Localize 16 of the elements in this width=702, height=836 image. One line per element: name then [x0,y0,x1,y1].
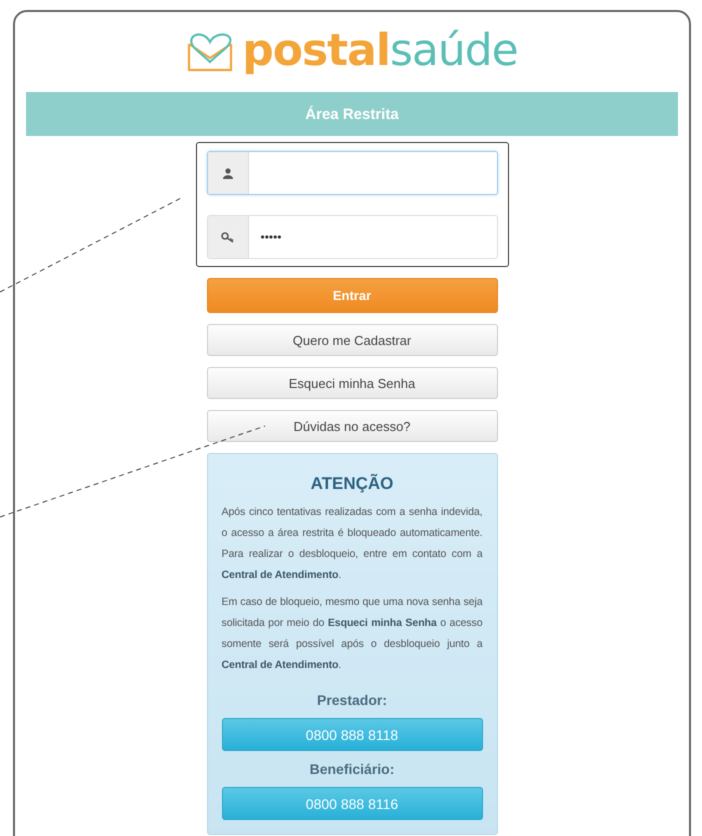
contact-label: Beneficiário: [308,761,396,777]
user-icon [222,168,232,178]
envelope-heart-icon [186,32,234,72]
notice-paragraph: Em caso de bloqueio, mesmo que uma nova senha seja solicitada por meio do Esqueci minha Senha o acesso somente será possível após o desbloqueio junto a Central de Atendimento. [222,595,482,673]
action-button[interactable]: Dúvidas no acesso? [206,410,498,442]
notice-paragraph: Após cinco tentativas realizadas com a senha indevida, o acesso a área restrita é bloqueado automaticamente. Para realizar o desbloqueio, entre em contato com a Central de Atendimento. [222,505,482,583]
logo-text-saude: saúde [390,24,518,76]
notice-title: ATENÇÃO [310,474,394,494]
key-icon [221,232,234,242]
password-field[interactable]: ••••• [206,215,498,259]
action-button[interactable]: Quero me Cadastrar [206,324,498,356]
header-title: Área Restrita [305,106,399,122]
action-button[interactable]: Esqueci minha Senha [206,367,498,399]
contact-label: Prestador: [316,692,388,708]
username-field[interactable] [206,151,498,195]
logo-text-postal: postal [242,24,390,76]
